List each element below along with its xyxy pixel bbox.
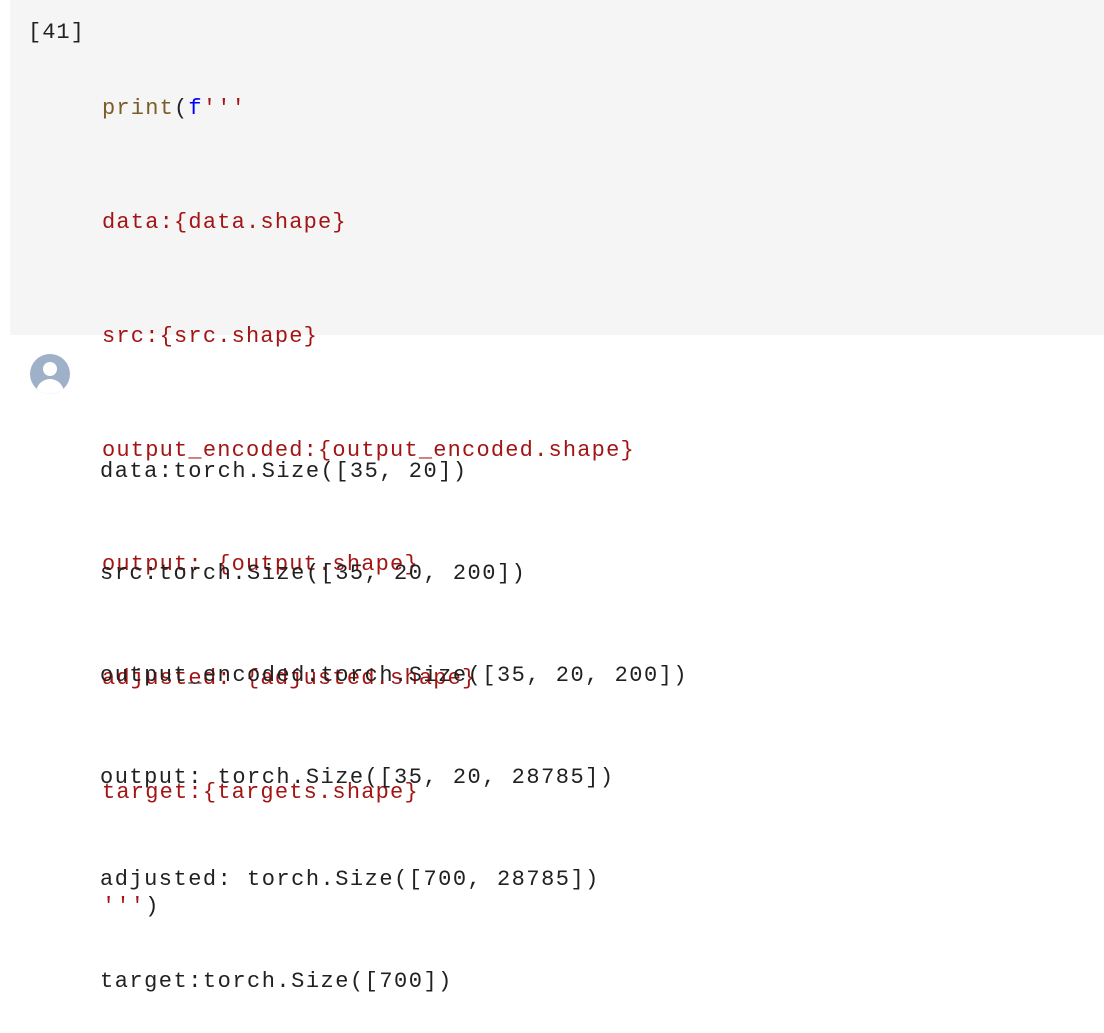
open-paren: ( xyxy=(174,96,189,121)
execution-count: [41] xyxy=(28,20,85,45)
triple-quote-open: ''' xyxy=(202,96,247,121)
output-line: target:torch.Size([700]) xyxy=(100,969,453,994)
fstring-prefix: f xyxy=(188,96,203,121)
output-line: adjusted: torch.Size([700, 28785]) xyxy=(100,867,600,892)
print-function: print xyxy=(102,96,175,121)
output-line: src:torch.Size([35, 20, 200]) xyxy=(100,561,527,586)
code-line: print(f''' xyxy=(102,90,635,128)
code-line: src:{src.shape} xyxy=(102,324,319,349)
output-line: output_encoded:torch.Size([35, 20, 200]) xyxy=(100,663,689,688)
output-line: output: torch.Size([35, 20, 28785]) xyxy=(100,765,615,790)
output-line: data:torch.Size([35, 20]) xyxy=(100,459,468,484)
code-line: data:{data.shape} xyxy=(102,210,347,235)
user-avatar-icon xyxy=(30,354,70,394)
cell-output: data:torch.Size([35, 20]) src:torch.Size… xyxy=(100,387,688,1033)
